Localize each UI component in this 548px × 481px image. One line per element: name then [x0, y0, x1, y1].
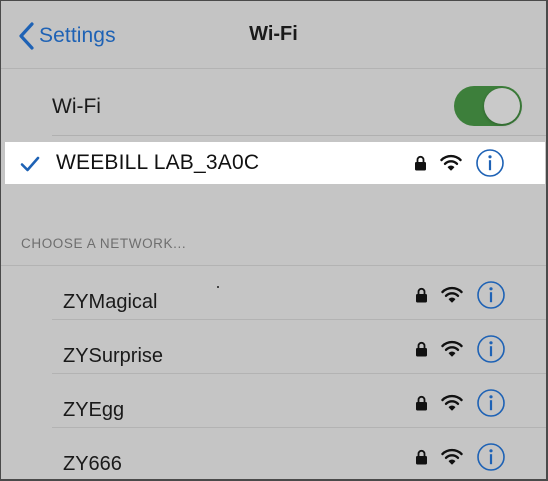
connected-network-row[interactable]: WEEBILL LAB_3A0C [5, 142, 545, 184]
lock-icon [416, 341, 427, 357]
network-row[interactable]: ZY666 [1, 428, 546, 479]
info-icon[interactable] [476, 334, 506, 364]
wifi-toggle-cell: Wi-Fi [1, 77, 546, 136]
wifi-signal-icon [441, 286, 463, 303]
lock-icon [416, 449, 427, 465]
wifi-toggle-switch[interactable] [454, 86, 522, 126]
info-icon[interactable] [476, 442, 506, 472]
network-name: ZY666 [63, 453, 122, 475]
network-list: ZYMagical ZYSurprise ZYEgg ZY666 [1, 266, 546, 479]
navigation-bar: Settings Wi-Fi [1, 1, 546, 69]
network-name: ZYEgg [63, 399, 125, 421]
wifi-signal-icon [440, 154, 462, 171]
wifi-toggle-label: Wi-Fi [52, 95, 101, 118]
network-status-icons [416, 320, 546, 374]
network-row[interactable]: ZYMagical [1, 266, 546, 320]
wifi-settings-screen: Settings Wi-Fi Wi-Fi WEEBILL LAB_3A0C CH… [0, 0, 548, 481]
info-icon[interactable] [476, 388, 506, 418]
info-icon[interactable] [476, 280, 506, 310]
network-status-icons [416, 428, 546, 479]
network-row[interactable]: ZYEgg [1, 374, 546, 428]
lock-icon [416, 395, 427, 411]
wifi-signal-icon [441, 340, 463, 357]
wifi-signal-icon [441, 448, 463, 465]
page-title: Wi-Fi [249, 23, 298, 45]
network-status-icons [416, 266, 546, 320]
checkmark-icon [20, 156, 40, 172]
divider [52, 135, 546, 136]
network-name: ZYSurprise [63, 345, 164, 367]
info-icon[interactable] [475, 148, 505, 178]
section-header: CHOOSE A NETWORK... [21, 236, 187, 251]
toggle-knob [484, 88, 520, 124]
network-name: ZYMagical [63, 291, 158, 313]
wifi-signal-icon [441, 394, 463, 411]
lock-icon [416, 287, 427, 303]
network-status-icons [416, 374, 546, 428]
connected-network-name: WEEBILL LAB_3A0C [56, 151, 260, 174]
lock-icon [415, 155, 426, 171]
network-status-icons [415, 142, 545, 184]
network-row[interactable]: ZYSurprise [1, 320, 546, 374]
